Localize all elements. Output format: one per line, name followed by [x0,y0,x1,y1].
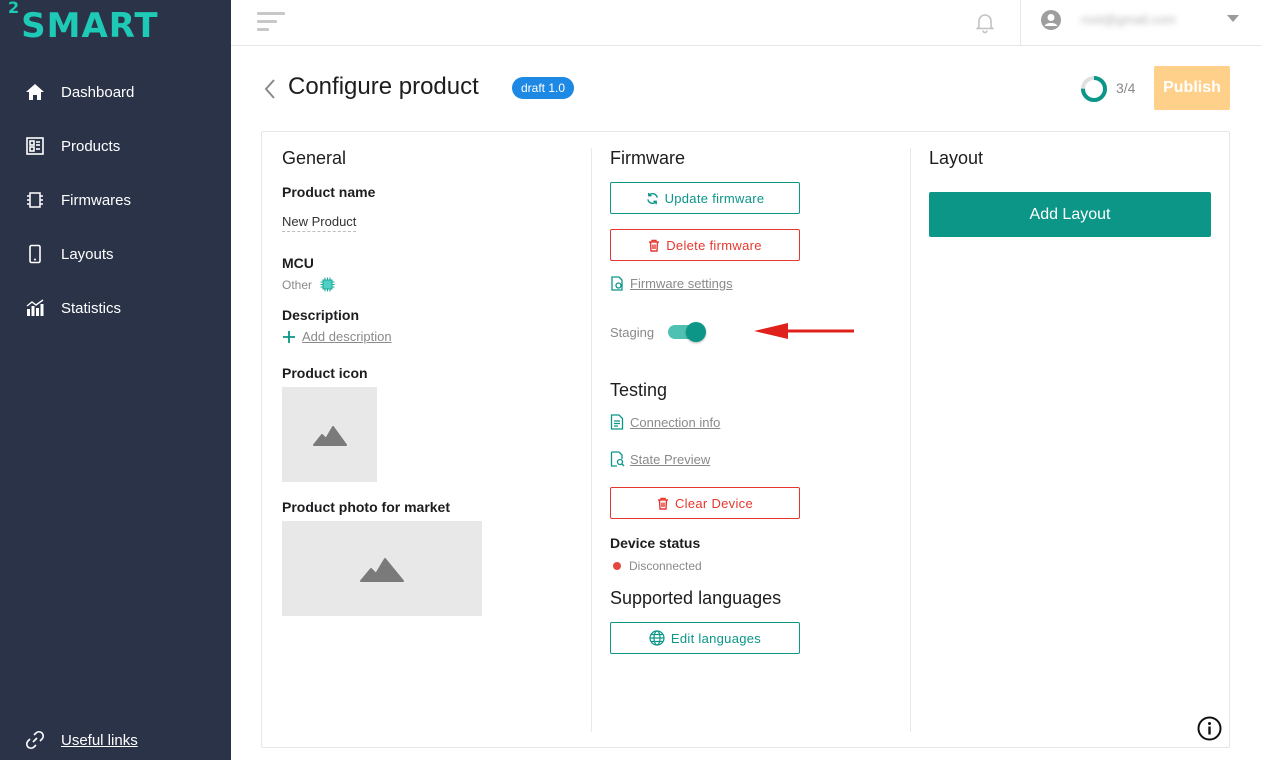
chevron-down-icon[interactable] [1227,15,1239,22]
settings-doc-icon [611,276,623,291]
page-title: Configure product [288,73,479,100]
home-icon [24,81,46,103]
update-firmware-label: Update firmware [664,190,765,206]
add-description-link[interactable]: Add description [282,329,392,344]
sidebar-item-products[interactable]: Products [0,126,231,166]
column-divider [910,148,911,732]
user-avatar-icon[interactable] [1040,9,1062,31]
globe-icon [649,630,665,646]
product-photo-label: Product photo for market [282,499,451,515]
staging-toggle[interactable] [668,322,708,342]
sidebar-item-label: Layouts [61,245,114,263]
general-title: General [282,148,347,168]
sidebar-item-layouts[interactable]: Layouts [0,234,231,274]
edit-languages-button[interactable]: Edit languages [610,622,800,654]
search-doc-icon [610,451,625,467]
chip-icon[interactable] [320,277,335,292]
user-email[interactable]: root@gmail.com [1081,12,1176,27]
products-icon [24,135,46,157]
sidebar: 2SMART Dashboard Products Firmwares Layo… [0,0,231,760]
toggle-knob [686,322,706,342]
document-icon [610,414,624,430]
mcu-label: MCU [282,255,314,271]
state-preview-link[interactable]: State Preview [610,451,710,467]
publish-button[interactable]: Publish [1154,66,1230,110]
firmware-title: Firmware [610,148,685,168]
device-status-label: Device status [610,535,701,551]
product-icon-label: Product icon [282,365,368,381]
sidebar-item-firmwares[interactable]: Firmwares [0,180,231,220]
description-label: Description [282,307,360,323]
edit-languages-label: Edit languages [670,630,762,646]
add-description-label: Add description [302,329,392,344]
sidebar-item-statistics[interactable]: Statistics [0,288,231,328]
progress-ring [1081,76,1107,102]
delete-firmware-button[interactable]: Delete firmware [610,229,800,261]
status-dot [613,562,621,570]
progress-text: 3/4 [1116,80,1136,96]
testing-title: Testing [610,380,668,400]
update-firmware-button[interactable]: Update firmware [610,182,800,214]
back-arrow-icon[interactable] [262,78,278,100]
connection-info-link[interactable]: Connection info [610,414,720,430]
annotation-arrow [754,323,854,339]
state-preview-label: State Preview [630,451,711,467]
sidebar-item-dashboard[interactable]: Dashboard [0,72,231,112]
image-placeholder-icon [312,425,347,446]
add-layout-button[interactable]: Add Layout [929,192,1211,237]
trash-icon [657,497,668,510]
chip-icon [24,189,46,211]
sidebar-item-label: Statistics [61,299,122,317]
menu-toggle-icon[interactable] [257,12,285,32]
firmware-settings-label: Firmware settings [630,276,733,291]
connection-info-label: Connection info [630,414,721,430]
statistics-icon [24,297,46,319]
bell-icon[interactable] [973,10,997,34]
product-photo-placeholder[interactable] [282,521,482,616]
clear-device-button[interactable]: Clear Device [610,487,800,519]
column-divider [591,148,592,732]
sidebar-item-label: Dashboard [61,83,135,101]
languages-title: Supported languages [610,588,782,608]
refresh-icon [646,192,658,204]
device-status-value: Disconnected [629,559,702,573]
delete-firmware-label: Delete firmware [666,237,762,253]
trash-icon [649,239,660,252]
info-icon[interactable] [1197,716,1222,741]
product-icon-placeholder[interactable] [282,387,377,482]
useful-links-label: Useful links [61,731,138,749]
mcu-value: Other [282,278,313,292]
useful-links[interactable]: Useful links [0,726,138,754]
sidebar-item-label: Firmwares [61,191,131,209]
draft-badge: draft 1.0 [512,77,575,99]
layout-title: Layout [929,148,984,168]
staging-label: Staging [610,325,655,340]
top-bar: root@gmail.com [231,0,1261,46]
plus-icon [283,330,295,343]
firmware-settings-link[interactable]: Firmware settings [610,276,733,291]
top-divider [1020,0,1021,46]
brand-logo[interactable]: 2SMART [8,0,159,46]
link-icon [24,729,46,751]
sidebar-item-label: Products [61,137,121,155]
image-placeholder-icon [360,557,404,582]
phone-icon [24,243,46,265]
product-name-label: Product name [282,184,376,200]
clear-device-label: Clear Device [674,495,753,511]
product-name-field[interactable]: New Product [282,214,357,232]
